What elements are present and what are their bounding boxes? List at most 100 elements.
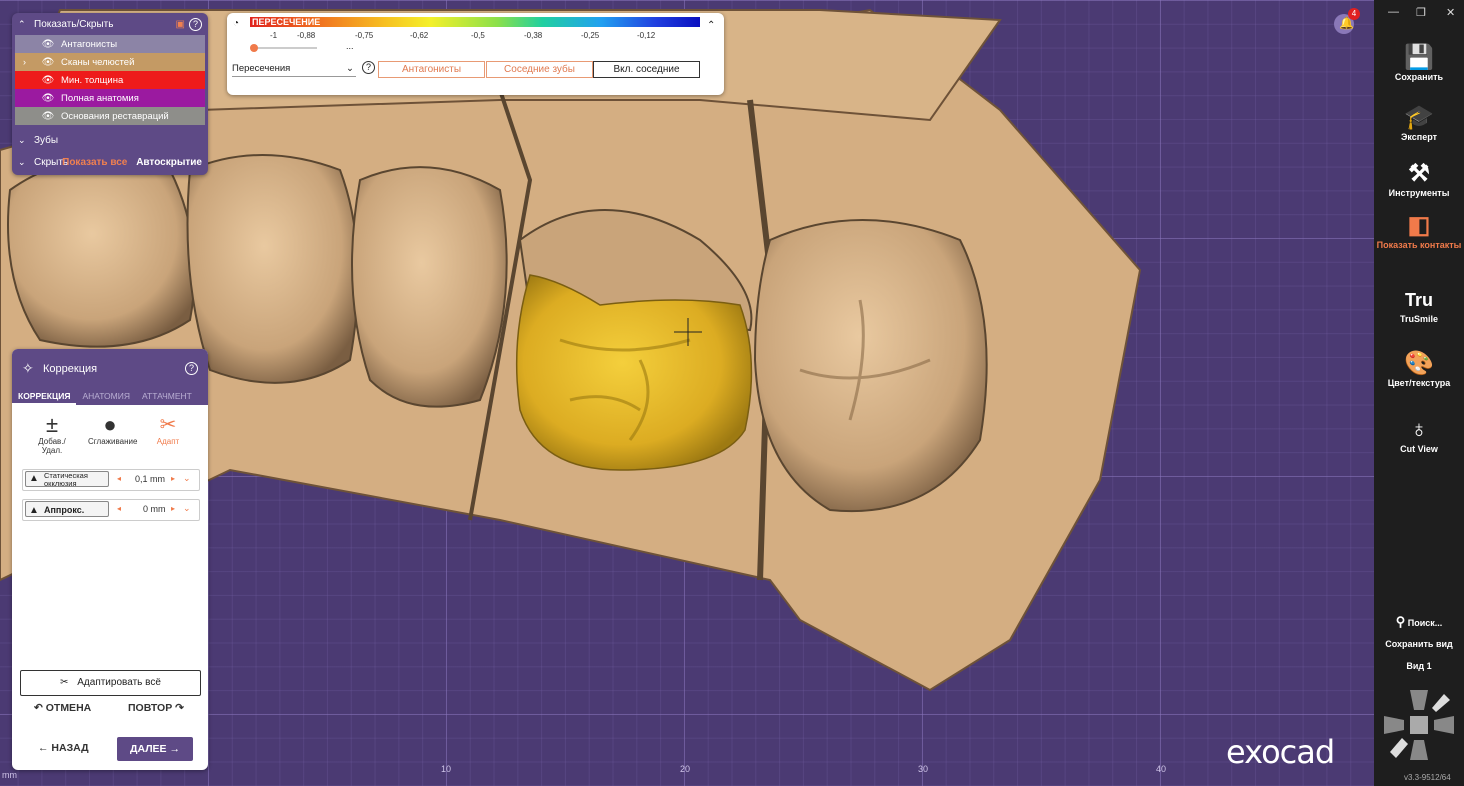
collapse-chevron-icon[interactable]: ⌃ xyxy=(707,20,715,31)
static-occlusion-button[interactable]: ▲ Статическая окклюзия xyxy=(25,471,109,488)
arrow-left-icon: ← xyxy=(38,742,49,754)
scissors-icon: ✂ xyxy=(159,414,177,436)
redo-button[interactable]: ПОВТОР ↷ xyxy=(128,702,184,714)
static-occlusion-row: ▲ Статическая окклюзия ◂ 0,1 mm ▸ ⌄ xyxy=(22,469,200,491)
add-remove-tool[interactable]: ± Добав./ Удал. xyxy=(30,413,74,456)
close-icon[interactable]: ✕ xyxy=(1446,6,1455,19)
show-hide-header[interactable]: ⌃ Показать/Скрыть ▣ ? xyxy=(12,13,208,35)
undo-label: ОТМЕНА xyxy=(45,702,92,714)
eye-icon[interactable]: 👁 xyxy=(41,57,55,68)
chevron-down-icon[interactable]: ⌄ xyxy=(183,473,191,484)
increase-arrow[interactable]: ▸ xyxy=(171,504,175,513)
toolbar-label: Cut View xyxy=(1400,444,1438,454)
minimize-icon[interactable]: — xyxy=(1388,6,1399,18)
tooth-2 xyxy=(186,154,359,384)
redo-icon: ↷ xyxy=(175,702,184,714)
scale-tick: -0,12 xyxy=(637,31,656,40)
hidden-row[interactable]: ⌄ Скрыть Показать все Автоскрытие xyxy=(12,151,208,173)
help-icon[interactable]: ? xyxy=(362,61,375,74)
layer-row[interactable]: 👁 Антагонисты xyxy=(15,35,205,53)
restore-icon[interactable]: ❐ xyxy=(1416,6,1426,19)
next-label: ДАЛЕЕ xyxy=(130,743,167,755)
scale-tick: -0,5 xyxy=(471,31,485,40)
mode-select[interactable]: Пересечения ⌄ xyxy=(232,61,356,77)
layer-row[interactable]: › 👁 Сканы челюстей xyxy=(15,53,205,71)
decrease-arrow[interactable]: ◂ xyxy=(117,504,121,513)
gauge-icon[interactable]: ◔ xyxy=(233,18,239,29)
toolbar-graduation-cap-button[interactable]: 🎓 Эксперт xyxy=(1374,104,1464,142)
mode-select-value: Пересечения xyxy=(232,63,291,74)
search-icon: ⚲ xyxy=(1395,614,1406,629)
notification-count: 4 xyxy=(1348,8,1360,20)
toolbar-trusmile-button[interactable]: Tru TruSmile xyxy=(1374,286,1464,324)
show-hide-panel: ⌃ Показать/Скрыть ▣ ? 👁 Антагонисты › 👁 Скан… xyxy=(12,13,208,175)
help-icon[interactable]: ? xyxy=(189,17,202,31)
slider-knob[interactable] xyxy=(250,44,258,52)
eye-icon[interactable]: 👁 xyxy=(41,75,55,86)
autohide-button[interactable]: Автоскрытие xyxy=(136,157,202,168)
tab-attachment[interactable]: АТТАЧМЕНТ xyxy=(136,387,198,405)
save-icon: 💾 xyxy=(1404,44,1434,71)
layer-row[interactable]: 👁 Полная анатомия xyxy=(15,89,205,107)
help-icon[interactable]: ? xyxy=(185,362,198,375)
notification-bell[interactable]: 🔔 4 xyxy=(1334,8,1360,34)
slider-more[interactable]: ... xyxy=(346,41,354,51)
show-all-button[interactable]: Показать все xyxy=(62,157,127,168)
settings-icon[interactable]: ▣ xyxy=(176,19,185,30)
include-adjacent-button[interactable]: Вкл. соседние xyxy=(593,61,700,78)
adjacent-teeth-button[interactable]: Соседние зубы xyxy=(486,61,593,78)
approx-button[interactable]: ▲ Аппрокс. xyxy=(25,501,109,517)
adapt-all-button[interactable]: ✂ Адаптировать всё xyxy=(20,670,201,696)
scale-tick: -0,38 xyxy=(524,31,543,40)
search-button[interactable]: ⚲ Поиск... xyxy=(1374,614,1464,630)
scale-slider[interactable] xyxy=(250,44,317,52)
back-button[interactable]: ← НАЗАД xyxy=(38,742,89,754)
tab-correction[interactable]: КОРРЕКЦИЯ xyxy=(12,387,77,405)
toolbar-cut-view-button[interactable]: ♁ Cut View xyxy=(1374,416,1464,454)
smooth-tool[interactable]: ● Сглаживание xyxy=(88,413,137,447)
toolbar-tools-button[interactable]: ⚒ Инструменты xyxy=(1374,160,1464,198)
toolbar-contacts-button[interactable]: ◧ Показать контакты xyxy=(1374,212,1464,250)
teeth-icon: ▲ xyxy=(29,505,39,516)
toolbar-save-button[interactable]: 💾 Сохранить xyxy=(1374,44,1464,82)
magic-wand-icon: ✧ xyxy=(22,360,34,376)
approx-value[interactable]: 0 mm xyxy=(143,504,166,514)
right-toolbar: — ❐ ✕ 💾 Сохранить 🎓 Эксперт ⚒ Инструменты ◧ Пок… xyxy=(1374,0,1464,786)
chevron-down-icon[interactable]: ⌄ xyxy=(183,503,191,514)
correction-header: ✧ Коррекция ? КОРРЕКЦИЯ АНАТОМИЯ АТТАЧМЕНТ xyxy=(12,349,208,405)
decrease-arrow[interactable]: ◂ xyxy=(117,474,121,483)
toolbar-label: Сохранить xyxy=(1394,72,1444,82)
intersection-panel: ◔ ПЕРЕСЕЧЕНИЕ ⌃ -1 -0,88 -0,75 -0,62 -0,5 -0,… xyxy=(227,13,724,95)
antagonists-button[interactable]: Антагонисты xyxy=(378,61,485,78)
tab-anatomy[interactable]: АНАТОМИЯ xyxy=(76,387,136,405)
eye-icon[interactable]: 👁 xyxy=(41,111,55,122)
axis-tick: 10 xyxy=(441,764,452,774)
increase-arrow[interactable]: ▸ xyxy=(171,474,175,483)
tool-label: Добав./ Удал. xyxy=(38,437,66,455)
scale-tick: -0,25 xyxy=(581,31,600,40)
teeth-row[interactable]: ⌄ Зубы xyxy=(12,129,208,151)
chevron-up-icon[interactable]: ⌃ xyxy=(18,19,28,30)
toolbar-label: TruSmile xyxy=(1399,314,1438,324)
eye-icon[interactable]: 👁 xyxy=(41,93,55,104)
layer-row[interactable]: 👁 Мин. толщина xyxy=(15,71,205,89)
view-1-button[interactable]: Вид 1 xyxy=(1374,661,1464,671)
chevron-right-icon[interactable]: › xyxy=(23,57,33,67)
next-button[interactable]: ДАЛЕЕ → xyxy=(117,737,193,761)
save-view-button[interactable]: Сохранить вид xyxy=(1374,639,1464,649)
teeth-label: Зубы xyxy=(34,134,59,146)
axis-unit: mm xyxy=(2,770,17,780)
static-occlusion-value[interactable]: 0,1 mm xyxy=(135,474,165,484)
chevron-down-icon[interactable]: ⌄ xyxy=(18,135,28,146)
adapt-tool[interactable]: ✂ Адапт xyxy=(146,413,190,446)
chevron-down-icon[interactable]: ⌄ xyxy=(18,157,28,168)
layer-label: Антагонисты xyxy=(61,38,118,50)
eye-icon[interactable]: 👁 xyxy=(41,39,55,50)
layer-row[interactable]: 👁 Основания реставраций xyxy=(15,107,205,125)
search-label: Поиск... xyxy=(1407,618,1443,628)
undo-button[interactable]: ↶ ОТМЕНА xyxy=(34,702,91,714)
view-orientation-widget[interactable] xyxy=(1380,686,1460,766)
toolbar-palette-button[interactable]: 🎨 Цвет/текстура xyxy=(1374,350,1464,388)
undo-icon: ↶ xyxy=(34,702,43,714)
arrow-right-icon: → xyxy=(169,743,181,755)
